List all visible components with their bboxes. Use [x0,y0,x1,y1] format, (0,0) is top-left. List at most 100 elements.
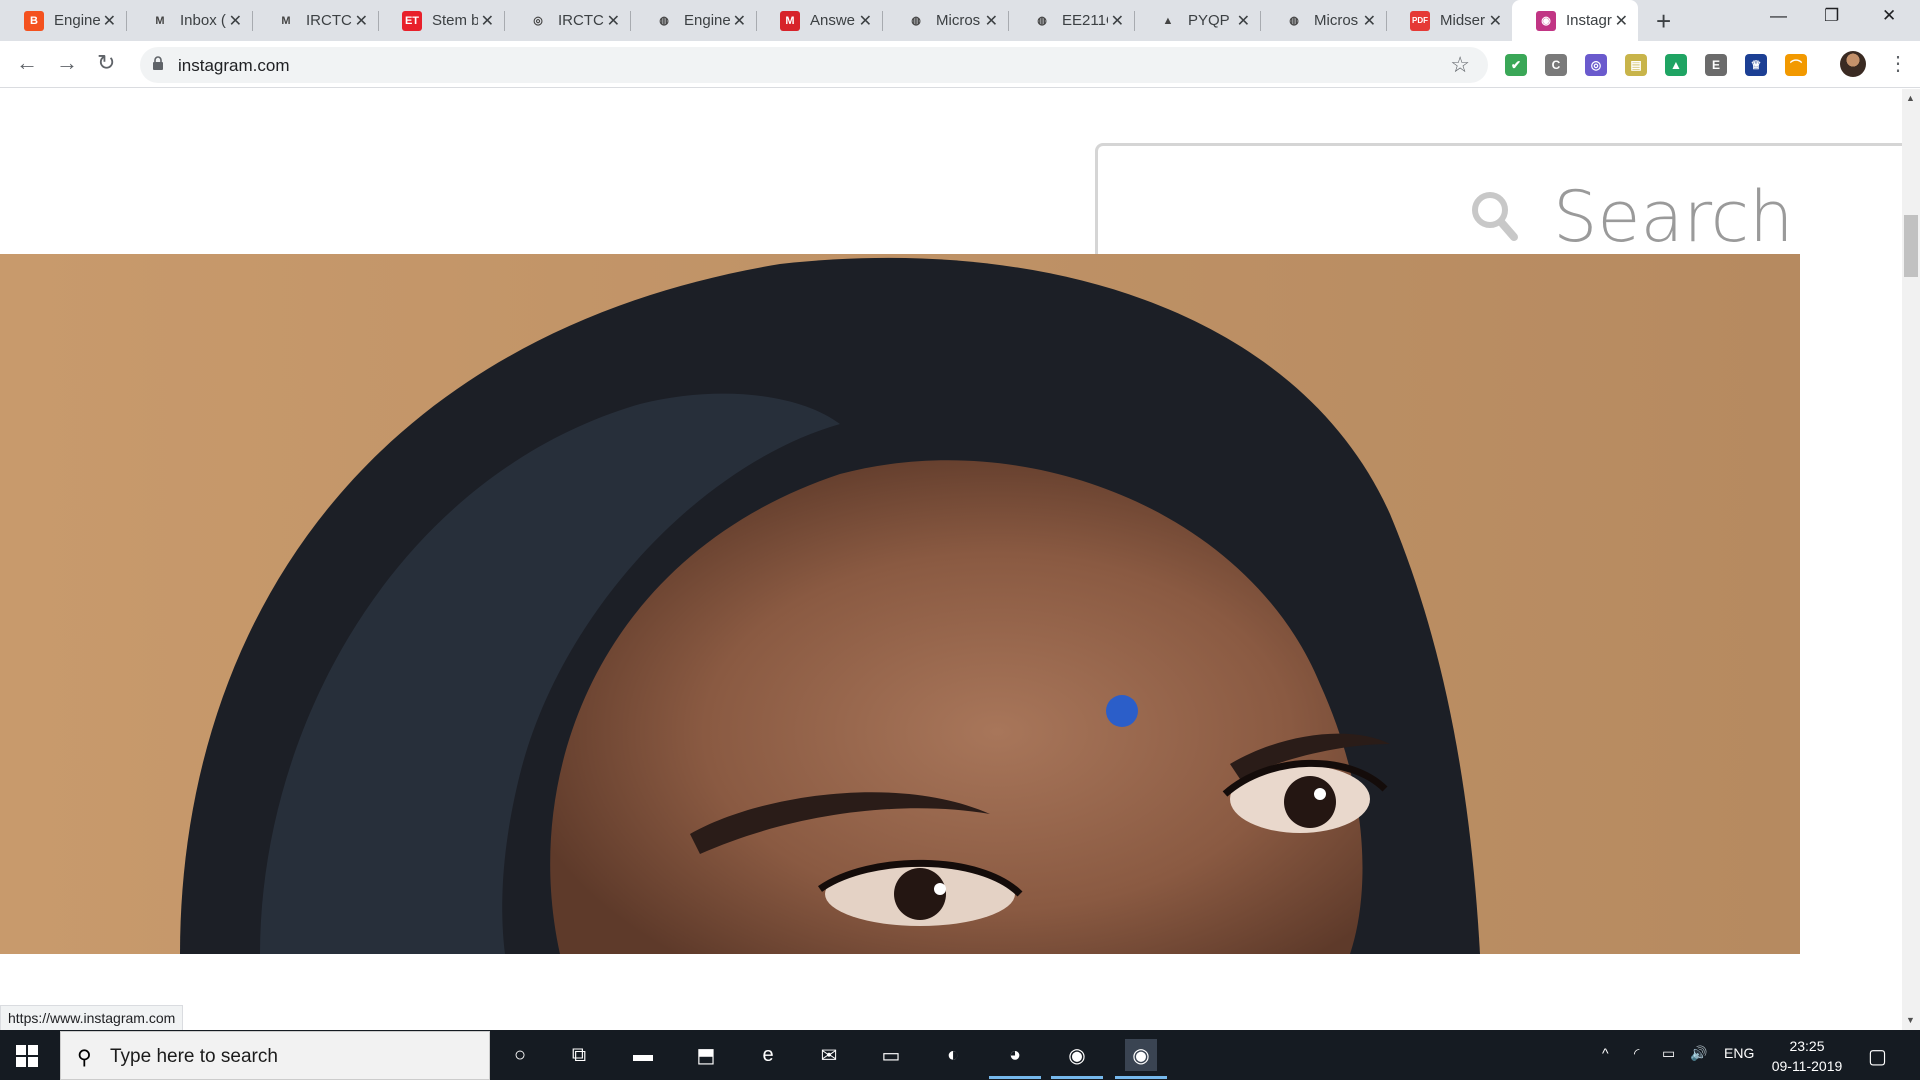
tab-title: Answe [810,12,856,29]
tab-close-icon[interactable]: ✕ [985,11,998,31]
drive-extension-icon[interactable]: ▲ [1665,54,1687,76]
browser-tab[interactable]: ET Stem b ✕ [378,0,504,41]
tab-close-icon[interactable]: ✕ [733,11,746,31]
gmail-icon: M [155,14,165,27]
tab-close-icon[interactable]: ✕ [103,11,116,31]
tab-close-icon[interactable]: ✕ [1489,11,1502,31]
tab-close-icon[interactable]: ✕ [355,11,368,31]
task-view-icon[interactable]: ⧉ [563,1039,595,1071]
tab-close-icon[interactable]: ✕ [1363,11,1376,31]
browser-tab[interactable]: ◉ Instagr ✕ [1512,0,1638,41]
irctc-icon: ◎ [533,15,543,27]
mail-icon[interactable]: ✉ [813,1039,845,1071]
extension-circle-icon[interactable]: ◎ [1585,54,1607,76]
store-icon[interactable]: ⬒ [690,1039,722,1071]
browser-tab[interactable]: ▲ PYQP - ✕ [1134,0,1260,41]
drive-icon: ▲ [1162,14,1174,27]
tab-close-icon[interactable]: ✕ [1111,11,1124,31]
restore-button[interactable]: ❐ [1824,6,1839,26]
tab-close-icon[interactable]: ✕ [229,11,242,31]
browser-tab[interactable]: PDF Midser ✕ [1386,0,1512,41]
browser-tab[interactable]: M Answe ✕ [756,0,882,41]
language-indicator[interactable]: ENG [1724,1045,1754,1061]
close-window-button[interactable]: ✕ [1882,6,1896,26]
reload-button[interactable]: ↻ [97,50,115,76]
file-explorer-icon[interactable]: ▬ [627,1039,659,1071]
tab-close-icon[interactable]: ✕ [607,11,620,31]
cortana-icon[interactable]: ○ [504,1039,536,1071]
adblock-shield-icon[interactable]: ✔ [1505,54,1527,76]
scroll-up-arrow-icon[interactable]: ▲ [1906,93,1915,103]
extension-c-icon[interactable]: C [1545,54,1567,76]
browser-tab[interactable]: M IRCTC ✕ [252,0,378,41]
tab-title: Inbox ( [180,12,226,29]
new-tab-button[interactable]: + [1656,6,1671,37]
browser-tab[interactable]: ◍ EE211C✕ [1008,0,1134,41]
taskbar-search-box[interactable]: ⚲ Type here to search [60,1031,490,1080]
page-scrollbar[interactable]: ▲ ▼ [1902,89,1920,1030]
windows-taskbar: ⚲ Type here to search ○ ⧉ ▬ ⬒ e ✉ ▭ ◐ ◕ ◉ ◉ ^ ◜ ▭ … [0,1030,1920,1080]
firefox-icon[interactable]: ◕ [989,1039,1041,1079]
address-bar[interactable]: instagram.com ☆ [140,47,1488,83]
pdf-icon: PDF [1410,10,1430,31]
tab-strip: B Engine ✕ M Inbox (✕ M IRCTC ✕ ET Stem b ✕ ◎ IRCTC ✕… [0,0,1920,41]
taskbar-search-placeholder: Type here to search [110,1046,278,1067]
globe-icon: ◍ [1289,15,1299,27]
browser-menu-button[interactable]: ⋮ [1888,51,1908,76]
extension-crest-icon[interactable]: ♕ [1745,54,1767,76]
forward-button[interactable]: → [56,50,78,76]
search-icon: ⚲ [77,1047,92,1069]
browser-tab[interactable]: ◍ Micros ✕ [882,0,1008,41]
scroll-down-arrow-icon[interactable]: ▼ [1906,1015,1915,1025]
minimize-button[interactable]: — [1770,6,1787,26]
tab-close-icon[interactable]: ✕ [859,11,872,31]
tray-chevron-icon[interactable]: ^ [1602,1045,1609,1061]
windows-start-icon[interactable] [16,1045,38,1067]
search-placeholder: Search [1553,176,1794,258]
notification-center-icon[interactable]: ▢ [1868,1044,1887,1069]
volume-icon[interactable]: 🔊 [1690,1045,1707,1062]
globe-icon: ◍ [659,15,669,27]
tab-separator [1260,11,1261,31]
browser-tab[interactable]: M Inbox (✕ [126,0,252,41]
chrome-profile-icon[interactable]: ◉ [1115,1039,1167,1079]
extension-wave-icon[interactable]: ⌒ [1785,54,1807,76]
browser-tab[interactable]: ◍ Micros ✕ [1260,0,1386,41]
post-image[interactable] [0,254,1800,954]
back-button[interactable]: ← [16,50,38,76]
clock[interactable]: 23:25 09-11-2019 [1764,1036,1850,1076]
battery-icon[interactable]: ▭ [1662,1045,1675,1062]
page-gutter [1800,254,1902,954]
url-text[interactable]: instagram.com [178,56,289,76]
tab-separator [882,11,883,31]
terminal-icon[interactable]: ▭ [875,1039,907,1071]
snipping-icon[interactable]: ◐ [937,1039,969,1071]
tab-close-icon[interactable]: ✕ [1615,11,1628,31]
globe-icon: ◍ [1037,15,1047,27]
chrome-icon[interactable]: ◉ [1051,1039,1103,1079]
et-icon: ET [402,10,422,31]
tab-title: Micros [1314,12,1359,29]
gmail-icon: M [281,14,291,27]
tab-close-icon[interactable]: ✕ [1237,11,1250,31]
tab-separator [378,11,379,31]
bookmark-star-icon[interactable]: ☆ [1450,52,1470,78]
tab-title: Stem b [432,12,478,29]
extension-notes-icon[interactable]: ▤ [1625,54,1647,76]
scroll-thumb[interactable] [1904,215,1918,277]
tab-title: EE211C [1062,12,1108,29]
tab-close-icon[interactable]: ✕ [481,11,494,31]
browser-tab[interactable]: B Engine ✕ [0,0,126,41]
search-icon [1472,192,1518,241]
wifi-icon[interactable]: ◜ [1634,1045,1639,1062]
browser-tab[interactable]: ◎ IRCTC ✕ [504,0,630,41]
edge-icon[interactable]: e [752,1039,784,1071]
tab-separator [252,11,253,31]
tab-title: Midser [1440,12,1486,29]
tab-separator [630,11,631,31]
profile-avatar[interactable] [1840,51,1866,77]
tab-title: Instagr [1566,12,1612,29]
extension-e-icon[interactable]: E [1705,54,1727,76]
browser-tab[interactable]: ◍ Engine ✕ [630,0,756,41]
portrait-photo [0,254,1800,954]
